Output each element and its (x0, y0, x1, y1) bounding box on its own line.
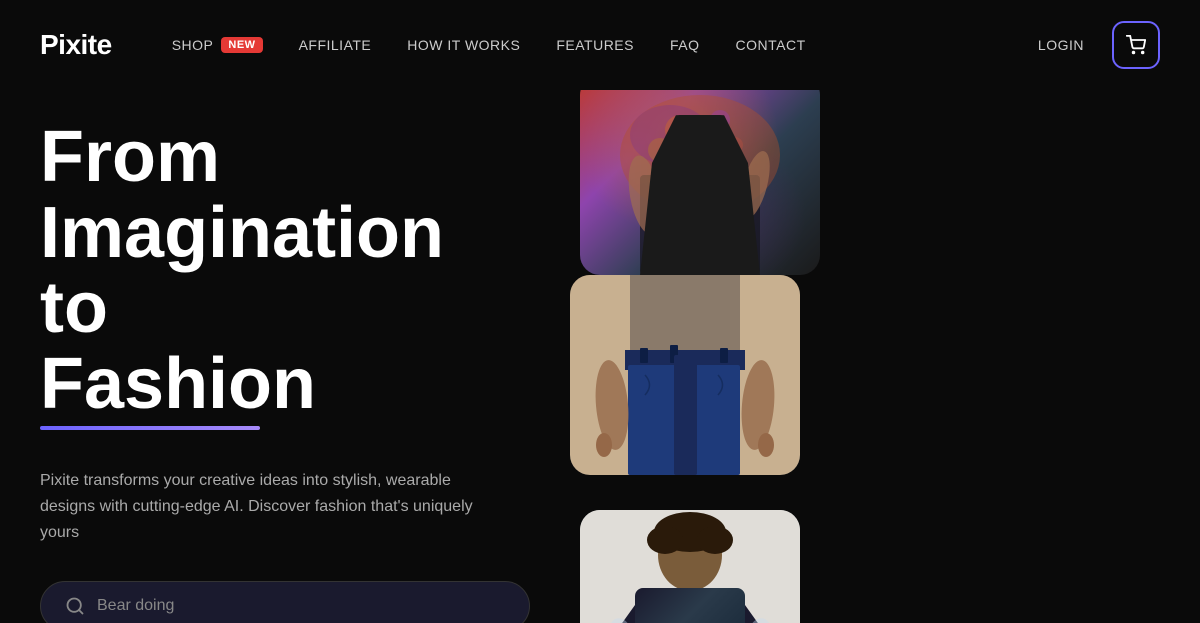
nav-label-contact: CONTACT (736, 37, 806, 53)
hero-images (570, 90, 1200, 623)
fashion-overlay-2 (570, 275, 800, 475)
nav-label-features: FEATURES (556, 37, 634, 53)
nav-label-affiliate: AFFILIATE (299, 37, 372, 53)
search-icon (65, 596, 85, 616)
nav-item-contact[interactable]: CONTACT (736, 37, 806, 53)
navbar: Pixite SHOP NEW AFFILIATE HOW IT WORKS F… (0, 0, 1200, 90)
cart-icon (1126, 35, 1146, 55)
hero-content: From Imagination to Fashion Pixite trans… (0, 90, 570, 623)
brand-logo[interactable]: Pixite (40, 29, 112, 61)
hero-title-line3: Fashion (40, 347, 316, 423)
nav-right: LOGIN (1038, 21, 1160, 69)
nav-links: SHOP NEW AFFILIATE HOW IT WORKS FEATURES… (172, 37, 1038, 53)
hero-section: From Imagination to Fashion Pixite trans… (0, 90, 1200, 623)
login-link[interactable]: LOGIN (1038, 37, 1084, 53)
nav-item-features[interactable]: FEATURES (556, 37, 634, 53)
cart-button[interactable] (1112, 21, 1160, 69)
new-badge: NEW (221, 37, 262, 53)
fashion-overlay-1 (580, 90, 820, 275)
hero-title-line2: Imagination to (40, 193, 444, 349)
nav-item-faq[interactable]: FAQ (670, 37, 700, 53)
nav-label-shop: SHOP (172, 37, 214, 53)
nav-item-how-it-works[interactable]: HOW IT WORKS (407, 37, 520, 53)
nav-label-how-it-works: HOW IT WORKS (407, 37, 520, 53)
fashion-image-2 (570, 275, 800, 475)
search-bar[interactable]: Bear doing (40, 581, 530, 623)
nav-item-shop[interactable]: SHOP NEW (172, 37, 263, 53)
fashion-image-1 (580, 90, 820, 275)
search-placeholder-text: Bear doing (97, 597, 174, 615)
fashion-overlay-3 (580, 510, 800, 623)
hero-title-line1: From (40, 117, 220, 197)
hero-description: Pixite transforms your creative ideas in… (40, 468, 500, 545)
hero-title: From Imagination to Fashion (40, 120, 530, 422)
nav-label-faq: FAQ (670, 37, 700, 53)
nav-item-affiliate[interactable]: AFFILIATE (299, 37, 372, 53)
fashion-image-3 (580, 510, 800, 623)
